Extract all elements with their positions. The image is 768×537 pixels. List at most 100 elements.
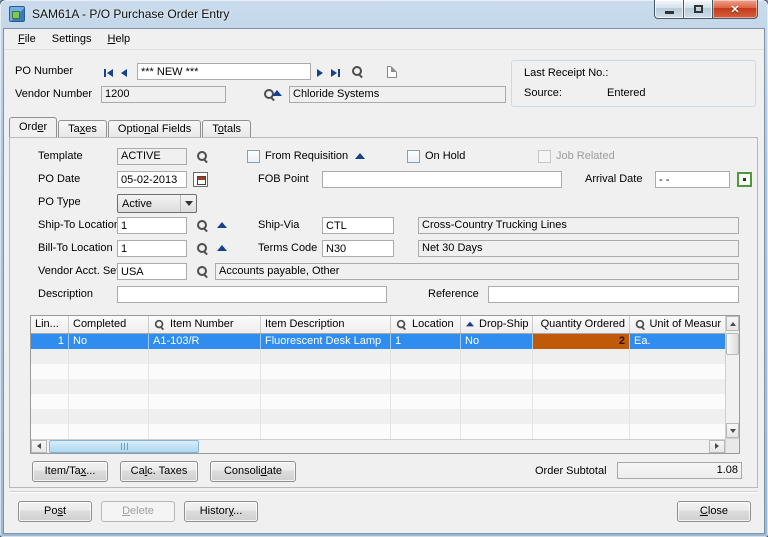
col-header-drop-ship[interactable]: Drop-Ship: [461, 316, 533, 333]
grid-horizontal-scrollbar[interactable]: [31, 439, 725, 453]
po-type-dropdown[interactable]: Active: [117, 194, 197, 213]
ship-via-description-field: Cross-Country Trucking Lines: [418, 217, 739, 234]
cell-item-number[interactable]: A1-103/R: [149, 334, 261, 349]
menu-settings[interactable]: Settings: [44, 30, 100, 48]
close-button[interactable]: Close: [677, 501, 751, 522]
acct-set-finder-icon[interactable]: [196, 265, 209, 278]
col-header-line[interactable]: Lin...: [31, 316, 69, 333]
scroll-up-button[interactable]: [726, 316, 739, 331]
post-button[interactable]: Post: [18, 501, 92, 522]
cell-quantity-ordered-active[interactable]: 2: [533, 334, 630, 349]
scroll-up-icon: [730, 322, 736, 326]
arrival-date-calendar-button[interactable]: [737, 172, 752, 187]
next-record-icon: [317, 69, 323, 77]
scroll-down-button[interactable]: [726, 423, 739, 438]
arrival-date-input[interactable]: [655, 171, 730, 188]
col-header-completed[interactable]: Completed: [69, 316, 149, 333]
po-number-finder-icon[interactable]: [351, 65, 364, 78]
tab-taxes[interactable]: Taxes: [58, 120, 107, 137]
job-related-checkbox: [538, 150, 551, 163]
app-window: SAM61A - P/O Purchase Order Entry ✕ File…: [0, 0, 768, 537]
vendor-acct-set-label: Vendor Acct. Set: [38, 263, 119, 280]
vscroll-thumb[interactable]: [726, 333, 739, 355]
scroll-down-icon: [730, 429, 736, 433]
minimize-button[interactable]: [654, 0, 684, 19]
terms-description-field: Net 30 Days: [418, 240, 739, 257]
menu-help[interactable]: Help: [100, 30, 139, 48]
cell-line[interactable]: 1: [31, 334, 69, 349]
hscroll-thumb[interactable]: [49, 440, 199, 453]
bill-to-drilldown-icon[interactable]: [217, 245, 227, 251]
table-empty-row[interactable]: [31, 379, 725, 394]
scrollbar-corner: [726, 438, 739, 453]
first-record-button[interactable]: [104, 66, 113, 79]
from-requisition-drilldown-icon[interactable]: [355, 153, 365, 159]
po-number-input[interactable]: [137, 63, 311, 80]
last-record-button[interactable]: [331, 66, 340, 79]
menu-file[interactable]: File: [10, 30, 44, 48]
table-row-selected[interactable]: 1 No A1-103/R Fluorescent Desk Lamp 1 No…: [31, 334, 725, 349]
ship-to-drilldown-icon[interactable]: [217, 222, 227, 228]
dropdown-arrow: [180, 195, 196, 212]
po-date-label: PO Date: [38, 171, 80, 188]
previous-record-button[interactable]: [121, 66, 127, 79]
cell-unit-of-measure[interactable]: Ea.: [630, 334, 725, 349]
new-document-icon[interactable]: [387, 66, 397, 78]
maximize-button[interactable]: [684, 0, 712, 19]
table-empty-row[interactable]: [31, 364, 725, 379]
window-icon: [9, 6, 25, 22]
tab-optional-fields[interactable]: Optional Fields: [108, 120, 201, 137]
acct-set-description-field: Accounts payable, Other: [215, 263, 739, 280]
consolidate-button[interactable]: Consolidate: [210, 461, 296, 482]
next-record-button[interactable]: [317, 66, 323, 79]
grid-body: 1 No A1-103/R Fluorescent Desk Lamp 1 No…: [31, 334, 725, 439]
tab-totals[interactable]: Totals: [202, 120, 251, 137]
vendor-number-field[interactable]: 1200: [101, 86, 226, 103]
fob-point-label: FOB Point: [258, 171, 309, 188]
template-finder-icon[interactable]: [196, 150, 209, 163]
source-value: Entered: [607, 85, 646, 102]
from-requisition-checkbox[interactable]: [247, 150, 260, 163]
cell-location[interactable]: 1: [391, 334, 461, 349]
history-button[interactable]: History...: [184, 501, 258, 522]
table-empty-row[interactable]: [31, 349, 725, 364]
tab-order[interactable]: Order: [9, 117, 57, 137]
scroll-left-button[interactable]: [31, 440, 47, 453]
template-field[interactable]: ACTIVE: [117, 148, 187, 165]
calc-taxes-button[interactable]: Calc. Taxes: [120, 461, 198, 482]
po-date-calendar-button[interactable]: [193, 172, 208, 187]
bill-to-location-input[interactable]: [117, 240, 187, 257]
terms-code-label: Terms Code: [258, 240, 317, 257]
col-header-unit-of-measure[interactable]: Unit of Measur: [630, 316, 725, 333]
scroll-right-button[interactable]: [709, 440, 725, 453]
on-hold-checkbox[interactable]: [407, 150, 420, 163]
ship-to-location-label: Ship-To Location: [38, 217, 120, 234]
fob-point-input[interactable]: [322, 171, 562, 188]
col-header-item-number[interactable]: Item Number: [149, 316, 261, 333]
terms-code-input[interactable]: [322, 240, 394, 257]
description-input[interactable]: [117, 286, 387, 303]
ship-via-input[interactable]: [322, 217, 394, 234]
reference-input[interactable]: [488, 286, 739, 303]
title-bar[interactable]: SAM61A - P/O Purchase Order Entry ✕: [0, 0, 768, 28]
close-window-button[interactable]: ✕: [712, 0, 758, 19]
col-header-quantity-ordered[interactable]: Quantity Ordered: [533, 316, 630, 333]
grid-vertical-scrollbar[interactable]: [725, 316, 739, 453]
bill-to-finder-icon[interactable]: [196, 242, 209, 255]
table-empty-row[interactable]: [31, 394, 725, 409]
vendor-drilldown-icon[interactable]: [272, 90, 282, 96]
first-record-icon: [104, 69, 106, 77]
vendor-acct-set-input[interactable]: [117, 263, 187, 280]
col-header-item-description[interactable]: Item Description: [261, 316, 391, 333]
cell-item-description[interactable]: Fluorescent Desk Lamp: [261, 334, 391, 349]
cell-completed[interactable]: No: [69, 334, 149, 349]
table-empty-row[interactable]: [31, 409, 725, 424]
grid-header-row: Lin... Completed Item Number Item Descri…: [31, 316, 725, 334]
po-date-input[interactable]: [117, 171, 187, 188]
col-header-location[interactable]: Location: [391, 316, 461, 333]
cell-drop-ship[interactable]: No: [461, 334, 533, 349]
item-tax-button[interactable]: Item/Tax...: [32, 461, 108, 482]
ship-to-finder-icon[interactable]: [196, 219, 209, 232]
ship-to-location-input[interactable]: [117, 217, 187, 234]
table-empty-row[interactable]: [31, 424, 725, 439]
